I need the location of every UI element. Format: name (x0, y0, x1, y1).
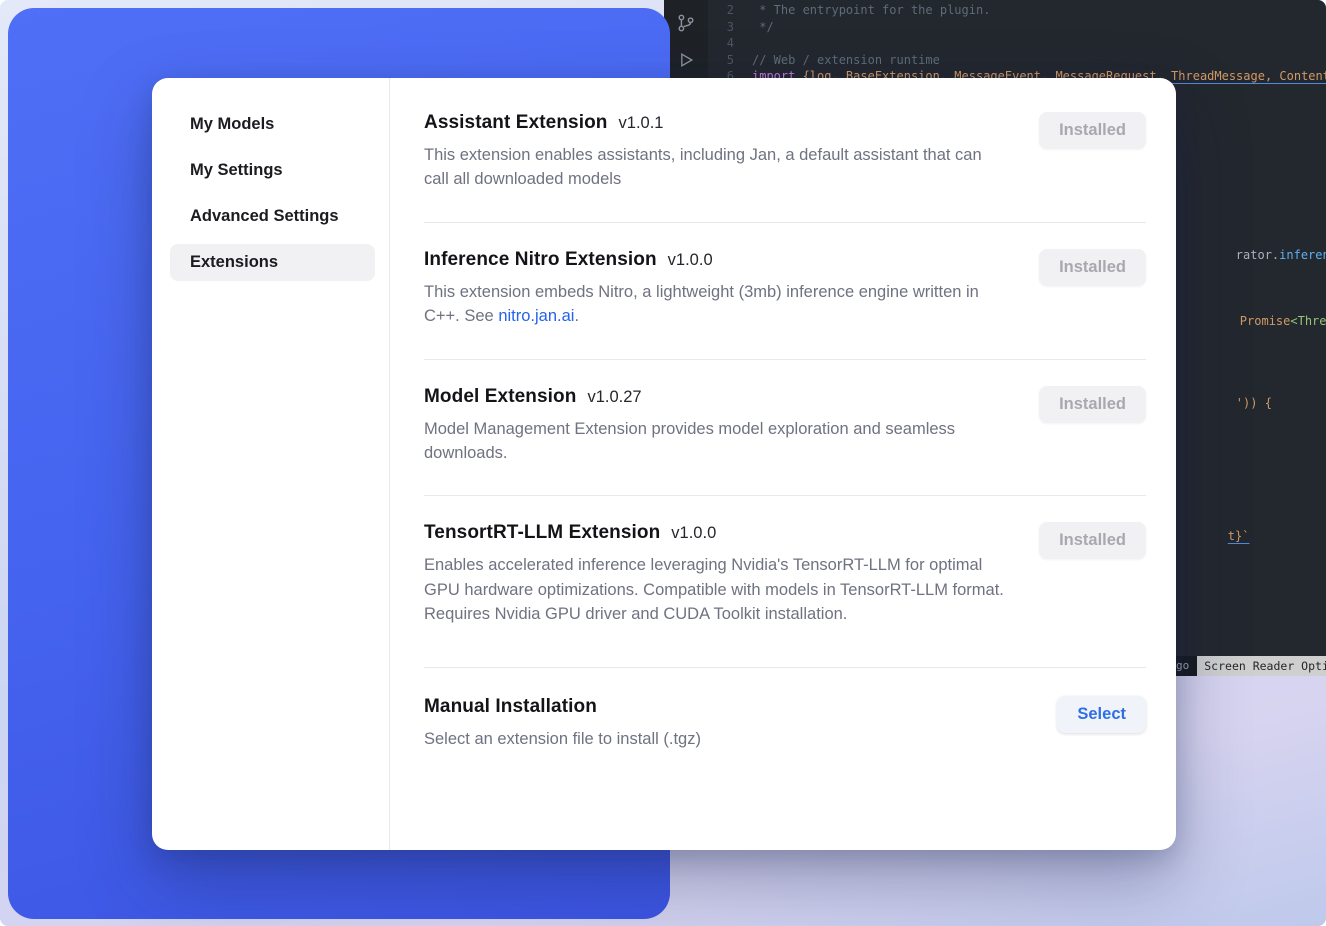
line-number: 2 (708, 2, 734, 19)
extension-title-line: Inference Nitro Extension v1.0.0 (424, 249, 1006, 271)
sidebar-item-my-models[interactable]: My Models (170, 106, 375, 143)
code-line: 5 // Web / extension runtime (708, 52, 1326, 69)
code-text: * The entrypoint for the plugin. (752, 2, 990, 19)
extension-info: TensortRT-LLM Extension v1.0.0 Enables ac… (424, 522, 1006, 626)
extension-title-line: Assistant Extension v1.0.1 (424, 112, 1006, 134)
extension-row-nitro: Inference Nitro Extension v1.0.0 This ext… (424, 222, 1146, 359)
sidebar-item-extensions[interactable]: Extensions (170, 244, 375, 281)
installed-button[interactable]: Installed (1039, 112, 1146, 149)
extension-info: Inference Nitro Extension v1.0.0 This ext… (424, 249, 1006, 329)
extension-title-line: TensortRT-LLM Extension v1.0.0 (424, 522, 1006, 544)
extension-name: Assistant Extension (424, 112, 608, 133)
settings-sidebar: My Models My Settings Advanced Settings … (152, 78, 390, 850)
extension-description: This extension embeds Nitro, a lightweig… (424, 280, 1006, 329)
extension-name: TensortRT-LLM Extension (424, 522, 660, 543)
desktop-background: 2 * The entrypoint for the plugin. 3 */ … (0, 0, 1326, 926)
line-number: 4 (708, 35, 734, 52)
manual-installation-row: Manual Installation Select an extension … (424, 667, 1146, 777)
extension-row-model: Model Extension v1.0.27 Model Management … (424, 359, 1146, 496)
code-line: 3 */ (708, 19, 1326, 36)
extension-title-line: Model Extension v1.0.27 (424, 386, 1006, 408)
nitro-jan-ai-link[interactable]: nitro.jan.ai (498, 307, 574, 325)
code-fragment: Promise<ThreadMessage> (1182, 296, 1326, 346)
description-text: . (574, 307, 579, 325)
code-line: 2 * The entrypoint for the plugin. (708, 2, 1326, 19)
extensions-panel: Assistant Extension v1.0.1 This extension… (390, 78, 1176, 850)
settings-modal: My Models My Settings Advanced Settings … (152, 78, 1176, 850)
run-debug-icon[interactable] (676, 50, 696, 70)
installed-button[interactable]: Installed (1039, 249, 1146, 286)
extension-description: This extension enables assistants, inclu… (424, 143, 1006, 192)
extension-version: v1.0.27 (587, 388, 641, 406)
code-fragment: t}` (1170, 511, 1249, 561)
extension-description: Model Management Extension provides mode… (424, 417, 1006, 466)
select-file-button[interactable]: Select (1057, 696, 1146, 733)
manual-installation-description: Select an extension file to install (.tg… (424, 727, 701, 751)
source-control-icon[interactable] (675, 12, 697, 34)
extension-name: Inference Nitro Extension (424, 249, 657, 270)
code-fragment: rator.inference(data)); (1178, 230, 1326, 280)
code-line: 4 (708, 35, 1326, 52)
installed-button[interactable]: Installed (1039, 386, 1146, 423)
extension-version: v1.0.1 (619, 114, 664, 132)
code-text: // Web / extension runtime (752, 52, 940, 69)
screen-reader-chip[interactable]: Screen Reader Optimize (1197, 656, 1326, 676)
extension-version: v1.0.0 (668, 251, 713, 269)
sidebar-item-advanced-settings[interactable]: Advanced Settings (170, 198, 375, 235)
code-text: */ (752, 19, 774, 36)
extension-info: Model Extension v1.0.27 Model Management … (424, 386, 1006, 466)
extension-info: Manual Installation Select an extension … (424, 696, 701, 751)
status-text: go (1176, 658, 1189, 675)
extension-row-tensorrt: TensortRT-LLM Extension v1.0.0 Enables ac… (424, 495, 1146, 666)
extension-version: v1.0.0 (671, 524, 716, 542)
extension-title-line: Manual Installation (424, 696, 701, 718)
line-number: 3 (708, 19, 734, 36)
manual-installation-title: Manual Installation (424, 696, 597, 717)
line-number: 5 (708, 52, 734, 69)
code-fragment: ')) { (1178, 378, 1272, 428)
extension-description: Enables accelerated inference leveraging… (424, 553, 1006, 626)
installed-button[interactable]: Installed (1039, 522, 1146, 559)
extension-info: Assistant Extension v1.0.1 This extension… (424, 112, 1006, 192)
extension-name: Model Extension (424, 386, 576, 407)
extension-row-assistant: Assistant Extension v1.0.1 This extension… (424, 78, 1146, 222)
sidebar-item-my-settings[interactable]: My Settings (170, 152, 375, 189)
